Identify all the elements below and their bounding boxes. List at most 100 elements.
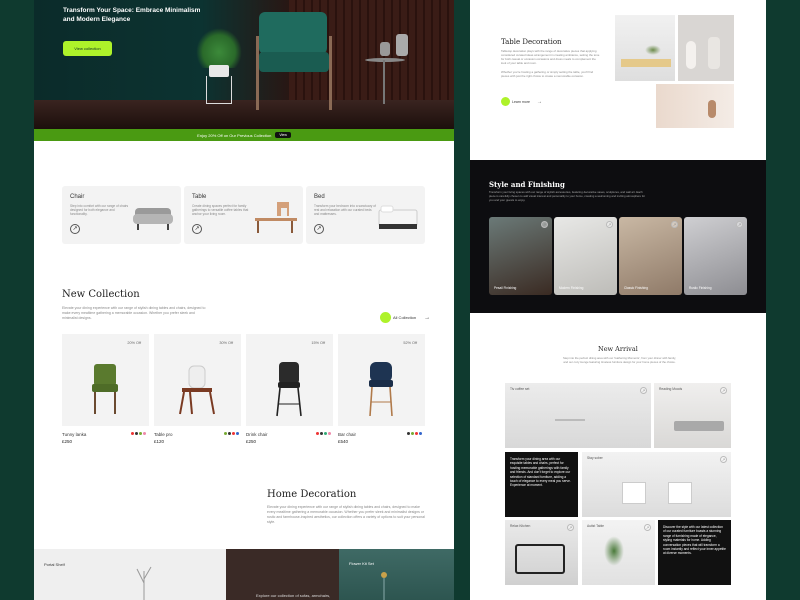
category-card-bed[interactable]: Bed Transform your bedroom into a sanctu… <box>306 186 425 244</box>
finishing-card[interactable]: ↗ Classic Finishing <box>619 217 682 295</box>
arrival-tile-coffee[interactable]: Tiv coffee set ↗ <box>505 383 651 448</box>
sofa-chair-image <box>133 208 173 230</box>
card-label: Classic Finishing <box>624 286 648 290</box>
footer-tile-portal-shelf[interactable]: Portal Shelf <box>34 549 226 600</box>
plant-leaves <box>196 28 242 68</box>
vase <box>396 34 408 56</box>
arrival-tile-stay[interactable]: Stay sober ↗ <box>582 452 731 517</box>
product-card[interactable]: 52% Off <box>338 334 425 426</box>
product-image <box>276 362 302 417</box>
style-finishing-desc: Transform your living spaces with our ra… <box>489 190 646 202</box>
category-desc: Transform your bedroom into a sanctuary … <box>314 204 376 217</box>
product-card[interactable]: 15% Off <box>246 334 333 426</box>
category-card-table[interactable]: Table Create dining spaces perfect for f… <box>184 186 303 244</box>
product-image <box>179 365 215 415</box>
arrow-icon[interactable]: ↗ <box>70 224 80 234</box>
green-dot-icon <box>380 312 391 323</box>
arrow-icon[interactable]: ↗ <box>736 221 743 228</box>
product-image <box>92 364 118 414</box>
canvas: Transform Your Space: Embrace Minimalism… <box>0 0 800 600</box>
new-collection-title: New Collection <box>62 289 140 300</box>
footer-tile-explore[interactable]: Explore our collection of sofas, armchai… <box>226 549 339 600</box>
product-name[interactable]: Table pro <box>154 432 173 437</box>
arrow-icon[interactable]: ↗ <box>606 221 613 228</box>
home-decoration-desc: Elevate your dining experience with our … <box>267 505 425 524</box>
plant <box>645 45 661 55</box>
armchair <box>622 482 646 504</box>
arrow-icon[interactable]: ↗ <box>644 524 651 531</box>
category-title: Bed <box>314 194 325 200</box>
discount-badge: 15% Off <box>311 341 325 345</box>
green-dot-icon <box>501 97 510 106</box>
product-card[interactable]: 30% Off <box>154 334 241 426</box>
finishing-card[interactable]: ↗ Pesail Finishing <box>489 217 552 295</box>
shelf <box>621 59 671 67</box>
promo-view-button[interactable]: View <box>275 132 291 138</box>
tile-label: Autist Table <box>587 524 604 528</box>
tile-label: Relax Kitchen <box>510 524 531 528</box>
finishing-card[interactable]: ↗ Rustic Finishing <box>684 217 747 295</box>
new-arrival-desc: Step into the perfect dining area with o… <box>563 356 676 364</box>
tile-label: Reading Moods <box>659 387 683 391</box>
arrow-icon[interactable]: ↗ <box>720 456 727 463</box>
landing-page-left: Transform Your Space: Embrace Minimalism… <box>34 0 454 600</box>
color-swatches[interactable] <box>131 432 146 435</box>
category-desc: Step into comfort with our range of chai… <box>70 204 129 217</box>
product-image <box>369 362 393 417</box>
color-swatches[interactable] <box>407 432 422 435</box>
style-finishing-title: Style and Finishing <box>489 180 565 189</box>
arrow-icon[interactable]: ↗ <box>720 387 727 394</box>
table-image <box>255 202 297 233</box>
flower-image <box>381 572 387 600</box>
vase <box>708 100 716 118</box>
chair-seat <box>259 52 329 72</box>
card-label: Rustic Finishing <box>689 286 712 290</box>
product-name[interactable]: Drink chair <box>246 432 268 437</box>
table-decoration-title: Table Decoration <box>501 38 562 46</box>
arrow-icon[interactable]: ↗ <box>567 524 574 531</box>
chair <box>555 419 585 429</box>
learn-more-label: Learn more <box>512 99 530 104</box>
tile-label: Explore our collection of sofas, armchai… <box>256 593 331 598</box>
arrival-text-card-1: Transform your dining area with our exqu… <box>505 452 578 517</box>
promo-bar: Enjoy 20% Off on Our Previous Collection… <box>34 129 454 141</box>
category-card-chair[interactable]: Chair Step into comfort with our range o… <box>62 186 181 244</box>
color-swatches[interactable] <box>224 432 239 435</box>
card-label: Pesail Finishing <box>494 286 517 290</box>
new-arrival-title: New Arrival <box>598 345 638 353</box>
arrival-tile-window[interactable]: Autist Table ↗ <box>582 520 655 585</box>
product-price: £540 <box>338 439 349 444</box>
arrow-icon[interactable]: ↗ <box>640 387 647 394</box>
product-price: £250 <box>246 439 257 444</box>
arrow-icon[interactable]: ↗ <box>671 221 678 228</box>
vase <box>708 37 720 69</box>
all-collection-button[interactable]: All Collection → <box>380 312 430 323</box>
arrival-tile-reading[interactable]: Reading Moods ↗ <box>654 383 731 448</box>
new-collection-desc: Elevate your dining experience with our … <box>62 306 206 320</box>
arrow-icon[interactable]: ↗ <box>192 224 202 234</box>
table-decoration-desc: Tabletop decoration plays with the range… <box>501 49 600 65</box>
arrival-tile-kitchen[interactable]: Relax Kitchen ↗ <box>505 520 578 585</box>
product-price: £120 <box>154 439 165 444</box>
arrow-icon[interactable]: ↗ <box>314 224 324 234</box>
all-collection-label: All Collection <box>393 315 417 320</box>
side-table <box>365 58 405 62</box>
side-table-leg <box>383 60 385 104</box>
card-label: Modern Finishing <box>559 286 584 290</box>
sofa <box>674 421 724 431</box>
arrow-icon[interactable]: ↗ <box>541 221 548 228</box>
product-name[interactable]: Tunny lanka <box>62 432 86 437</box>
tile-label: Portal Shelf <box>44 562 65 567</box>
learn-more-button[interactable]: Learn more → <box>501 97 542 106</box>
product-card[interactable]: 20% Off <box>62 334 149 426</box>
product-name[interactable]: Bar chair <box>338 432 356 437</box>
category-desc: Create dining spaces perfect for family … <box>192 204 249 217</box>
footer-tile-flower-kit[interactable]: Flower Kit Set <box>339 549 454 600</box>
chairs <box>515 544 565 574</box>
view-collection-button[interactable]: View collection <box>63 41 112 56</box>
color-swatches[interactable] <box>316 432 331 435</box>
finishing-card[interactable]: ↗ Modern Finishing <box>554 217 617 295</box>
table-decor-image-1 <box>615 15 675 81</box>
landing-page-right: Table Decoration Tabletop decoration pla… <box>470 0 766 600</box>
armchair <box>668 482 692 504</box>
